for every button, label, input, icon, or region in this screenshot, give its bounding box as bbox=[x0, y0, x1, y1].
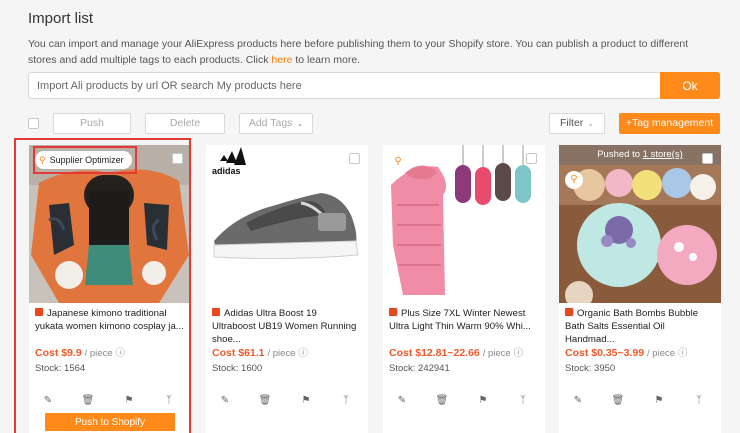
product-image[interactable]: adidas bbox=[206, 145, 368, 303]
product-price: Cost $12.81~22.66 / piece ⓘ bbox=[389, 345, 523, 359]
split-icon[interactable]: ᛉ bbox=[516, 394, 530, 408]
split-icon[interactable]: ᛉ bbox=[339, 394, 353, 408]
product-price: Cost $9.9 / piece ⓘ bbox=[35, 345, 125, 359]
add-tags-dropdown[interactable]: Add Tags ⌄ bbox=[239, 113, 313, 134]
select-all-checkbox[interactable] bbox=[28, 118, 39, 129]
product-stock: Stock: 3950 bbox=[565, 363, 616, 374]
tag-icon[interactable]: ⚑ bbox=[652, 394, 666, 408]
search-bar: Ok bbox=[28, 72, 720, 99]
tag-icon[interactable]: ⚑ bbox=[299, 394, 313, 408]
product-title[interactable]: Adidas Ultra Boost 19 Ultraboost UB19 Wo… bbox=[212, 307, 362, 346]
delete-icon[interactable]: 🗑 bbox=[258, 394, 272, 408]
filter-dropdown[interactable]: Filter ⌄ bbox=[549, 113, 605, 134]
info-icon[interactable]: ⓘ bbox=[678, 348, 688, 359]
card-actions: ✎ 🗑 ⚑ ᛉ bbox=[559, 394, 721, 408]
product-title[interactable]: Plus Size 7XL Winter Newest Ultra Light … bbox=[389, 307, 539, 333]
price-unit: / piece bbox=[647, 348, 676, 359]
add-tags-label: Add Tags bbox=[248, 117, 293, 129]
delete-icon[interactable]: 🗑 bbox=[611, 394, 625, 408]
search-icon[interactable]: ⚲ bbox=[565, 171, 583, 189]
pushed-stores-link[interactable]: 1 store(s) bbox=[643, 149, 683, 160]
page-description: You can import and manage your AliExpres… bbox=[28, 36, 718, 68]
price-value: Cost $0.35~3.99 bbox=[565, 347, 645, 359]
product-price: Cost $0.35~3.99 / piece ⓘ bbox=[565, 345, 687, 359]
product-title-text: Adidas Ultra Boost 19 Ultraboost UB19 Wo… bbox=[212, 308, 357, 345]
edit-icon[interactable]: ✎ bbox=[41, 394, 55, 408]
product-image[interactable]: ⚲ Supplier Optimizer bbox=[29, 145, 191, 303]
adidas-logo-text: adidas bbox=[212, 166, 241, 176]
pushed-banner: Pushed to 1 store(s) bbox=[559, 145, 721, 165]
product-card: ⚲ Supplier Optimizer Japanese kimono trad… bbox=[29, 145, 191, 433]
product-title-text: Plus Size 7XL Winter Newest Ultra Light … bbox=[389, 308, 531, 332]
edit-icon[interactable]: ✎ bbox=[395, 394, 409, 408]
sneaker-image: adidas bbox=[206, 145, 368, 303]
bath-bombs-image bbox=[559, 145, 721, 303]
info-icon[interactable]: ⓘ bbox=[298, 348, 308, 359]
aliexpress-icon bbox=[565, 308, 573, 316]
jacket-image bbox=[383, 145, 545, 303]
supplier-optimizer-label: Supplier Optimizer bbox=[49, 155, 124, 165]
tag-management-button[interactable]: +Tag management bbox=[619, 113, 720, 134]
price-value: Cost $61.1 bbox=[212, 347, 265, 359]
toolbar: Push Delete Add Tags ⌄ Filter ⌄ +Tag manag… bbox=[0, 113, 740, 135]
price-unit: / piece bbox=[267, 348, 296, 359]
price-value: Cost $9.9 bbox=[35, 347, 82, 359]
split-icon[interactable]: ᛉ bbox=[692, 394, 706, 408]
product-stock: Stock: 1600 bbox=[212, 363, 263, 374]
product-title[interactable]: Japanese kimono traditional yukata women… bbox=[35, 307, 185, 333]
edit-icon[interactable]: ✎ bbox=[218, 394, 232, 408]
description-text-end: to learn more. bbox=[292, 54, 361, 66]
chevron-down-icon: ⌄ bbox=[296, 119, 304, 128]
card-actions: ✎ 🗑 ⚑ ᛉ bbox=[206, 394, 368, 408]
push-button[interactable]: Push bbox=[53, 113, 131, 134]
pushed-text: Pushed to bbox=[597, 149, 643, 160]
chevron-down-icon: ⌄ bbox=[587, 119, 595, 128]
push-to-shopify-button[interactable]: Push to Shopify bbox=[45, 413, 175, 431]
aliexpress-icon bbox=[212, 308, 220, 316]
search-input[interactable] bbox=[28, 72, 660, 99]
ok-button[interactable]: Ok bbox=[660, 72, 720, 99]
card-actions: ✎ 🗑 ⚑ ᛉ bbox=[383, 394, 545, 408]
product-stock: Stock: 1564 bbox=[35, 363, 86, 374]
product-image[interactable]: Pushed to 1 store(s) ⚲ bbox=[559, 145, 721, 303]
price-unit: / piece bbox=[84, 348, 113, 359]
tag-icon[interactable]: ⚑ bbox=[476, 394, 490, 408]
product-price: Cost $61.1 / piece ⓘ bbox=[212, 345, 308, 359]
aliexpress-icon bbox=[35, 308, 43, 316]
product-checkbox[interactable] bbox=[172, 153, 183, 164]
product-title-text: Japanese kimono traditional yukata women… bbox=[35, 308, 184, 332]
product-image[interactable]: ⚲ bbox=[383, 145, 545, 303]
price-unit: / piece bbox=[482, 348, 511, 359]
product-card: Pushed to 1 store(s) ⚲ Organic Bath Bomb… bbox=[559, 145, 721, 433]
price-value: Cost $12.81~22.66 bbox=[389, 347, 480, 359]
info-icon[interactable]: ⓘ bbox=[116, 348, 126, 359]
filter-label: Filter bbox=[559, 117, 584, 129]
delete-icon[interactable]: 🗑 bbox=[81, 394, 95, 408]
learn-more-link[interactable]: here bbox=[271, 54, 292, 66]
delete-icon[interactable]: 🗑 bbox=[435, 394, 449, 408]
product-checkbox[interactable] bbox=[526, 153, 537, 164]
page-title: Import list bbox=[28, 10, 94, 27]
edit-icon[interactable]: ✎ bbox=[571, 394, 585, 408]
product-card: adidas Adidas Ultra Boost 19 Ultraboost … bbox=[206, 145, 368, 433]
supplier-optimizer-badge[interactable]: ⚲ Supplier Optimizer bbox=[35, 151, 132, 169]
split-icon[interactable]: ᛉ bbox=[162, 394, 176, 408]
product-title-text: Organic Bath Bombs Bubble Bath Salts Ess… bbox=[565, 308, 699, 345]
delete-button[interactable]: Delete bbox=[145, 113, 225, 134]
product-title[interactable]: Organic Bath Bombs Bubble Bath Salts Ess… bbox=[565, 307, 715, 346]
product-checkbox[interactable] bbox=[702, 153, 713, 164]
product-stock: Stock: 242941 bbox=[389, 363, 450, 374]
aliexpress-icon bbox=[389, 308, 397, 316]
info-icon[interactable]: ⓘ bbox=[514, 348, 524, 359]
search-icon[interactable]: ⚲ bbox=[389, 153, 407, 171]
tag-icon[interactable]: ⚑ bbox=[122, 394, 136, 408]
card-actions: ✎ 🗑 ⚑ ᛉ bbox=[29, 394, 191, 408]
product-checkbox[interactable] bbox=[349, 153, 360, 164]
product-card: ⚲ Plus Size 7XL Winter Newest Ultra Ligh… bbox=[383, 145, 545, 433]
search-icon: ⚲ bbox=[39, 155, 46, 165]
